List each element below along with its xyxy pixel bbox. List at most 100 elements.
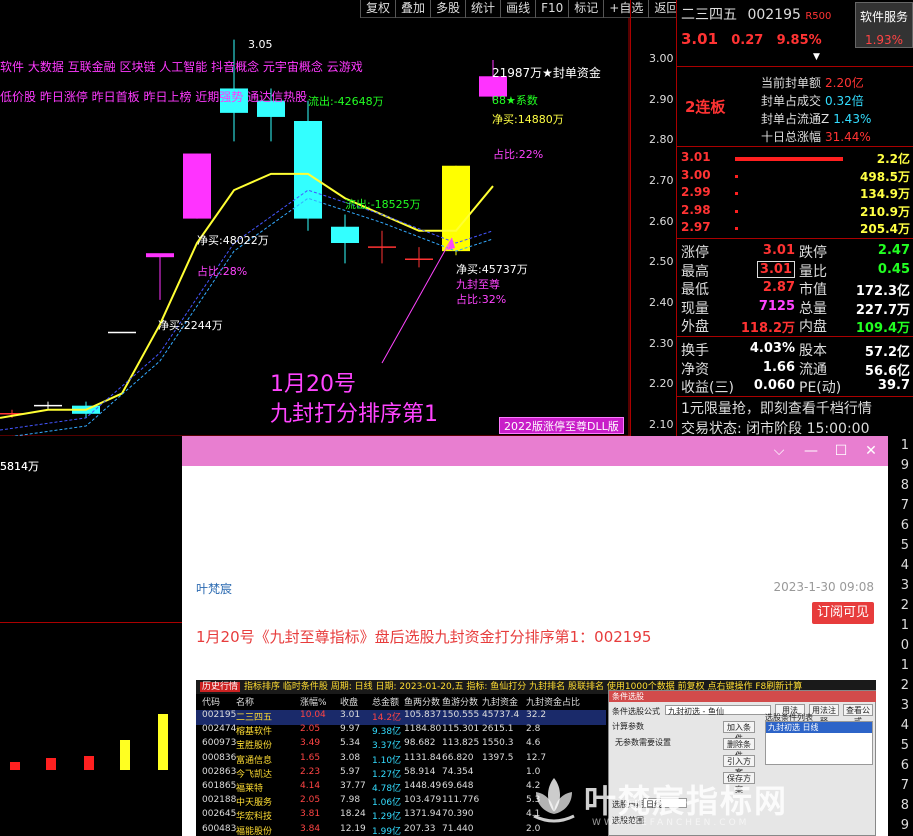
bid-price: 3.00 <box>681 167 711 182</box>
quote-label-text: 跌停 <box>799 245 827 261</box>
screener-cell: 宝胜股份 <box>236 741 273 752</box>
candle-body <box>331 226 359 243</box>
toolbar-button-5[interactable]: F10 <box>535 0 568 18</box>
dialog-button[interactable]: 引入方案 <box>723 755 755 777</box>
screener-cell: 105.837 <box>404 710 442 720</box>
screener-cell: 9.97 <box>340 724 361 735</box>
formula-label: 条件选股公式 <box>612 707 660 716</box>
screener-col-header: 鱼游分数 <box>442 698 479 708</box>
quote-value: 227.7万 <box>855 302 910 318</box>
scale-number: 3 <box>900 698 909 713</box>
net-buy-low-label: 净买:2244万 <box>158 319 223 332</box>
toolbar-button-6[interactable]: 标记 <box>568 0 603 18</box>
quote-label: 量比 <box>799 261 827 281</box>
screener-cell: 1.10亿 <box>372 755 402 766</box>
chevron-down-icon[interactable]: ⌵ <box>770 442 788 460</box>
screener-cell: 71.440 <box>442 823 474 834</box>
screener-cell: 4.14 <box>300 781 321 791</box>
screener-cell: 207.33 <box>404 823 436 834</box>
price-tick: 2.50 <box>649 255 674 269</box>
bid-price: 2.97 <box>681 220 711 234</box>
screener-cell: 69.648 <box>442 781 474 791</box>
screener-cell: 600483 <box>202 823 237 834</box>
quote-value: 1.66 <box>762 359 795 375</box>
screener-cell: 二三四五 <box>236 713 273 723</box>
toolbar-button-3[interactable]: 统计 <box>465 0 500 18</box>
scale-number: 4 <box>900 718 909 733</box>
outflow2-label: 流出:-18525万 <box>345 198 421 211</box>
screener-cell: 1448.49 <box>404 781 442 791</box>
formula-select[interactable]: 九封初选 - 鱼仙 <box>665 705 771 716</box>
dialog-button[interactable]: 加入条件 <box>723 721 755 743</box>
version-badge[interactable]: 2022版涨停至尊DLL版 <box>499 417 624 434</box>
volume-bar <box>10 762 20 770</box>
toolbar-button-0[interactable]: 复权 <box>360 0 395 18</box>
screener-row[interactable]: 000836 富通信息 1.65 3.08 1.10亿 1131.84 66.820 1397… <box>196 753 606 768</box>
condition-list-item[interactable]: 九封初选 日线 <box>766 722 872 733</box>
condition-list[interactable]: 九封初选 日线 <box>765 721 873 765</box>
minimize-icon[interactable]: — <box>802 442 820 460</box>
chevron-down-icon[interactable]: ▼ <box>813 52 825 62</box>
quote-value: 2.87 <box>737 280 795 295</box>
quote-value: 0.45 <box>877 261 910 277</box>
outflow1-label: 流出:-42648万 <box>308 95 384 108</box>
screener-cell: 113.825 <box>442 738 480 749</box>
screener-col-header: 代码 <box>202 698 221 708</box>
toolbar-button-2[interactable]: 多股 <box>430 0 465 18</box>
seal-info-value: 2.20亿 <box>825 76 864 90</box>
dialog-button[interactable]: 删除条件 <box>723 738 755 760</box>
sector-button[interactable]: 软件服务 1.93% <box>855 2 913 48</box>
scale-number: 9 <box>900 458 909 473</box>
author-link[interactable]: 叶梵宸 <box>196 580 232 597</box>
close-icon[interactable]: ✕ <box>862 442 880 460</box>
dialog-top-button[interactable]: 用法注释 <box>809 704 839 726</box>
bid-volume: 210.9万 <box>860 204 910 219</box>
price-change: 0.27 <box>731 33 764 48</box>
promo-link[interactable]: 1元限量抢，即刻查看千档行情 <box>681 398 872 418</box>
candle-body <box>294 121 322 219</box>
divider <box>677 66 913 67</box>
screener-columns: 代码 名称 涨幅% 收盘 总金额 鱼两分数 鱼游分数 九封资金 九封资金占比 <box>196 695 606 709</box>
scale-number: 5 <box>900 538 909 553</box>
ratio-mid-label: 占比:28% <box>197 265 248 278</box>
scale-number: 1 <box>900 618 909 633</box>
quote-label-text: 现量 <box>681 300 709 317</box>
maximize-icon[interactable]: ☐ <box>832 442 850 460</box>
screener-cell: 18.24 <box>340 809 366 820</box>
divider <box>677 146 913 147</box>
screener-row[interactable]: 600973 宝胜股份 3.49 5.34 3.37亿 98.682 113.825 1550… <box>196 738 606 753</box>
scale-number: 0 <box>900 638 909 653</box>
screener-col-header: 九封资金 <box>482 698 519 708</box>
quote-value: 172.3亿 <box>855 284 910 299</box>
bid-price: 3.01 <box>681 150 711 164</box>
screener-row[interactable]: 002474 榕基软件 2.05 9.97 9.38亿 1184.80 115.301 261… <box>196 724 606 739</box>
toolbar-button-1[interactable]: 叠加 <box>395 0 430 18</box>
subscribe-button[interactable]: 订阅可见 <box>811 602 874 624</box>
scale-number: 8 <box>900 478 909 493</box>
quote-value: 3.01 <box>737 243 795 258</box>
scale-number: 9 <box>900 818 909 833</box>
bid-volume-dot <box>735 192 738 195</box>
quote-label: 涨停 <box>681 242 709 262</box>
screener-row[interactable]: 002195 二三四五 10.04 3.01 14.2亿 105.837 150.555 45… <box>196 710 606 725</box>
trade-status: 交易状态: 闭市阶段 15:00:00 <box>681 421 870 437</box>
divider <box>677 238 913 239</box>
toolbar-button-4[interactable]: 画线 <box>500 0 535 18</box>
scale-number: 5 <box>900 738 909 753</box>
screener-cell: 4.6 <box>526 738 541 749</box>
quote-value: 3.01 <box>737 260 795 278</box>
quote-label-text: 内盘 <box>799 319 827 335</box>
article-headline: 1月20号《九封至尊指标》盘后选股九封资金打分排序第1：002195 <box>196 628 652 646</box>
scale-number: 7 <box>900 498 909 513</box>
scale-number: 4 <box>900 558 909 573</box>
r-tag: R500 <box>805 11 832 22</box>
screener-cell: 115.301 <box>442 724 480 735</box>
bid-price: 2.98 <box>681 202 711 217</box>
candle-body <box>183 153 211 219</box>
quote-value-text: 7125 <box>758 298 795 314</box>
bid-volume-dot <box>735 174 738 178</box>
dialog-top-button[interactable]: 查看公式 <box>843 704 873 726</box>
scale-number: 1 <box>900 438 909 453</box>
screener-cell: 12.7 <box>526 752 547 763</box>
seal-info-label: 封单占流通Z <box>761 112 830 126</box>
